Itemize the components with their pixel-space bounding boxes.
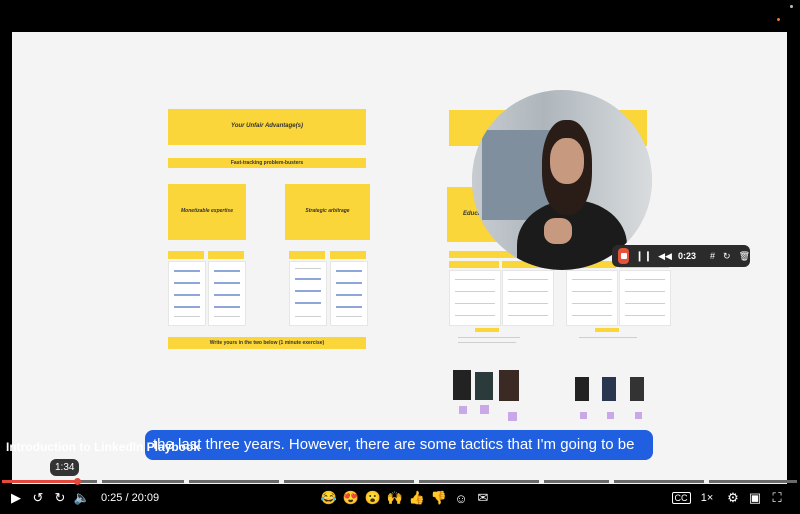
thumbnail <box>453 370 471 400</box>
sticky-note <box>607 412 614 419</box>
exercise-banner: Write yours in the two below (1 minute e… <box>168 337 366 349</box>
volume-icon: 🔈 <box>73 490 91 505</box>
thumbnail <box>499 370 519 401</box>
board-box2-label: Strategic arbitrage <box>305 208 350 214</box>
fullscreen-button[interactable]: ⛶ <box>766 488 788 508</box>
laugh-emoji-icon[interactable]: 😂 <box>318 488 340 508</box>
person-hand <box>544 218 572 244</box>
unfair-advantage-title-box: Your Unfair Advantage(s) <box>168 109 366 145</box>
column-header <box>208 251 244 259</box>
monetizable-box: Monetizable expertise <box>168 184 246 240</box>
fullscreen-icon: ⛶ <box>772 490 782 505</box>
progress-segment <box>284 480 414 483</box>
progress-segment <box>709 480 797 483</box>
rewind-button[interactable]: ↺ <box>27 488 49 508</box>
small-tag <box>595 328 619 332</box>
column-header <box>289 251 325 259</box>
heart-eyes-emoji-icon[interactable]: 😍 <box>340 488 362 508</box>
recording-timer: 0:23 <box>677 251 696 261</box>
thumbnail <box>475 372 493 400</box>
sticky-note <box>480 405 489 414</box>
speed-button[interactable]: 1× <box>692 488 722 508</box>
subtitle-banner: Fast-tracking problem-busters <box>168 158 366 168</box>
progress-segment <box>419 480 539 483</box>
add-reaction-icon[interactable]: ☺ <box>450 488 472 508</box>
board-left-title: Your Unfair Advantage(s) <box>231 123 303 129</box>
left-controls: ▶ ↺ ↻ 🔈 0:25 / 20:09 <box>5 488 159 508</box>
time-display: 0:25 / 20:09 <box>101 492 160 504</box>
forward-button[interactable]: ↻ <box>49 488 71 508</box>
settings-button[interactable]: ⚙ <box>722 488 744 508</box>
right-controls: CC 1× ⚙ ▣ ⛶ <box>670 488 788 508</box>
board-left-footer: Write yours in the two below (1 minute e… <box>209 340 325 346</box>
cc-icon: CC <box>671 492 691 504</box>
note-card <box>449 270 501 326</box>
comment-icon[interactable]: ✉ <box>472 488 494 508</box>
board-box1-label: Monetizable expertise <box>181 208 233 214</box>
sticky-note <box>459 406 467 414</box>
note-card <box>330 261 368 326</box>
progress-bar[interactable] <box>0 478 800 486</box>
seek-hover-time: 1:34 <box>50 459 80 476</box>
progress-segment <box>544 480 609 483</box>
column-header <box>168 251 204 259</box>
person-face <box>550 138 584 184</box>
volume-button[interactable]: 🔈 <box>71 488 93 508</box>
decor-dot <box>777 18 780 21</box>
caption-bubble: the last three years. However, there are… <box>145 430 653 460</box>
strategic-box: Strategic arbitrage <box>285 184 370 240</box>
thumbnail <box>602 377 616 401</box>
pip-button[interactable]: ▣ <box>744 488 766 508</box>
small-tag <box>475 328 499 332</box>
sticky-note <box>635 412 642 419</box>
board-left-subtitle: Fast-tracking problem-busters <box>230 160 304 166</box>
thumbnail <box>630 377 644 401</box>
note-card <box>566 270 618 326</box>
progress-played <box>2 480 77 483</box>
video-title: Introduction to LinkedIn Playbook <box>6 440 200 454</box>
note-card <box>502 270 554 326</box>
restart-icon[interactable]: ↻ <box>723 251 731 262</box>
progress-segment <box>614 480 704 483</box>
progress-handle[interactable] <box>74 478 81 485</box>
pip-icon: ▣ <box>748 490 762 505</box>
play-button[interactable]: ▶ <box>5 488 27 508</box>
progress-segment <box>102 480 184 483</box>
reaction-bar: 😂 😍 😮 🙌 👍 👎 ☺ ✉ <box>318 488 494 508</box>
sticky-note <box>580 412 587 419</box>
grid-icon[interactable]: # <box>710 251 715 261</box>
thumbs-up-emoji-icon[interactable]: 👍 <box>406 488 428 508</box>
sticky-note <box>508 412 517 421</box>
play-icon: ▶ <box>11 490 21 505</box>
gear-icon: ⚙ <box>727 490 739 505</box>
thumbnail <box>575 377 589 401</box>
stop-icon <box>620 253 627 259</box>
webcam-bubble[interactable] <box>472 90 652 270</box>
recording-toolbar: ❙❙ ◀◀ 0:23 # ↻ 🗑 <box>612 245 750 267</box>
note-card <box>289 261 327 326</box>
decor-dot <box>790 5 793 8</box>
progress-segment <box>189 480 279 483</box>
note-card <box>208 261 246 326</box>
trash-icon[interactable]: 🗑 <box>739 251 750 262</box>
column-header <box>330 251 366 259</box>
stop-record-button[interactable] <box>618 248 630 264</box>
note-card <box>619 270 671 326</box>
surprised-emoji-icon[interactable]: 😮 <box>362 488 384 508</box>
forward-icon: ↻ <box>54 490 66 505</box>
captions-button[interactable]: CC <box>670 488 692 508</box>
video-player[interactable]: Your Unfair Advantage(s) Fast-tracking p… <box>0 0 800 514</box>
pause-icon[interactable]: ❙❙ <box>635 251 652 262</box>
thumbs-down-emoji-icon[interactable]: 👎 <box>428 488 450 508</box>
raised-hands-emoji-icon[interactable]: 🙌 <box>384 488 406 508</box>
note-card <box>168 261 206 326</box>
rewind-icon[interactable]: ◀◀ <box>658 251 672 262</box>
rewind-icon: ↺ <box>32 490 44 505</box>
